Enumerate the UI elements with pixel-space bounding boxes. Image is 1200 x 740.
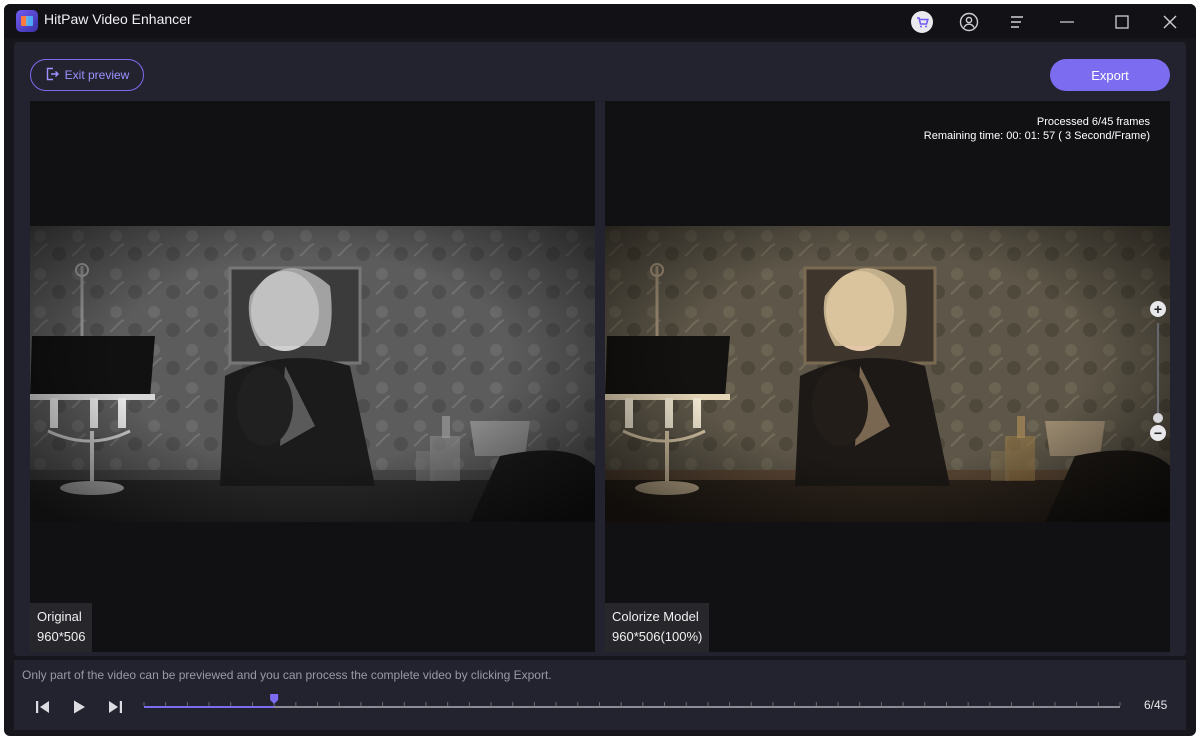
original-resolution: 960*506 bbox=[37, 629, 86, 644]
zoom-slider-handle[interactable] bbox=[1153, 413, 1163, 423]
zoom-control: + − bbox=[1150, 301, 1170, 451]
remaining-time-text: Remaining time: 00: 01: 57 ( 3 Second/Fr… bbox=[923, 130, 1150, 142]
exit-icon bbox=[45, 67, 59, 84]
original-preview-pane: Original 960*506 bbox=[30, 101, 595, 652]
app-window: HitPaw Video Enhancer Exit preview Expor… bbox=[4, 4, 1196, 736]
original-info-label: Original 960*506 bbox=[30, 603, 93, 652]
exit-preview-label: Exit preview bbox=[64, 68, 130, 82]
processing-progress-info: Processed 6/45 frames Remaining time: 00… bbox=[924, 115, 1150, 143]
processed-resolution: 960*506(100%) bbox=[612, 629, 703, 644]
frame-counter: 6/45 bbox=[1144, 698, 1168, 712]
processed-frames-text: Processed 6/45 frames bbox=[1036, 116, 1150, 128]
maximize-icon[interactable] bbox=[1109, 9, 1135, 35]
timeline-playhead[interactable] bbox=[270, 694, 279, 704]
exit-preview-button[interactable]: Exit preview bbox=[30, 59, 144, 91]
app-logo-icon bbox=[16, 10, 38, 32]
preview-hint-text: Only part of the video can be previewed … bbox=[22, 668, 552, 682]
title-bar: HitPaw Video Enhancer bbox=[4, 4, 1196, 38]
previous-frame-icon[interactable] bbox=[32, 696, 54, 718]
zoom-slider-track[interactable] bbox=[1157, 323, 1159, 415]
minimize-icon[interactable] bbox=[1054, 9, 1080, 35]
timeline-svg[interactable] bbox=[140, 690, 1124, 720]
preview-area: Exit preview Export Original 960*506 Pro… bbox=[14, 42, 1186, 656]
processed-video-frame bbox=[605, 226, 1170, 522]
processed-preview-pane: Processed 6/45 frames Remaining time: 00… bbox=[605, 101, 1170, 652]
processed-info-label: Colorize Model 960*506(100%) bbox=[605, 603, 710, 652]
zoom-in-icon[interactable]: + bbox=[1150, 301, 1166, 317]
processed-model-name: Colorize Model bbox=[612, 609, 699, 624]
next-frame-icon[interactable] bbox=[104, 696, 126, 718]
user-icon[interactable] bbox=[956, 9, 982, 35]
zoom-out-icon[interactable]: − bbox=[1150, 425, 1166, 441]
export-button[interactable]: Export bbox=[1050, 59, 1170, 91]
close-icon[interactable] bbox=[1157, 9, 1183, 35]
timeline-scrubber[interactable] bbox=[140, 690, 1124, 720]
cart-icon[interactable] bbox=[909, 9, 935, 35]
original-video-frame bbox=[30, 226, 595, 522]
playback-bar: Only part of the video can be previewed … bbox=[14, 660, 1186, 730]
play-icon[interactable] bbox=[68, 696, 90, 718]
app-title: HitPaw Video Enhancer bbox=[44, 11, 192, 27]
menu-icon[interactable] bbox=[1004, 9, 1030, 35]
original-name: Original bbox=[37, 609, 82, 624]
